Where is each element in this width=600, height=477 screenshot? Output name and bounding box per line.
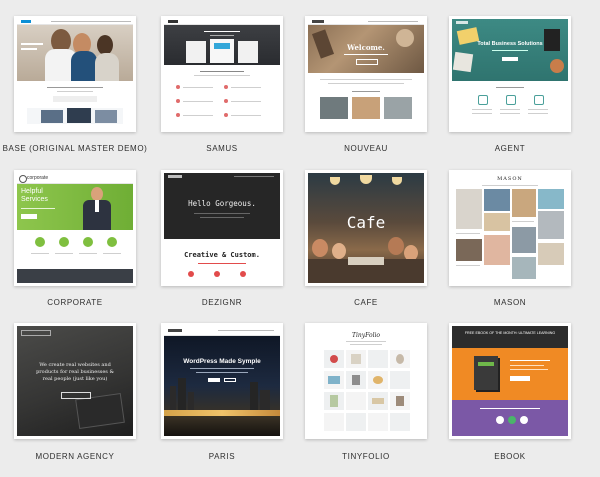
demo-card-mason[interactable]: MASON xyxy=(449,170,571,286)
demo-label-corporate[interactable]: CORPORATE xyxy=(0,298,155,307)
demo-thumbnail-base xyxy=(17,19,133,129)
demo-card-base[interactable] xyxy=(14,16,136,132)
demo-thumbnail-samus xyxy=(164,19,280,129)
demo-card-agent[interactable]: Total Business Solutions xyxy=(449,16,571,132)
laptops-image xyxy=(27,108,123,124)
hero-headline: Hello Gorgeous. xyxy=(188,199,256,208)
demo-card-ebook[interactable]: FREE EBOOK OF THE MONTH: ULTIMATE LEARNI… xyxy=(449,323,571,439)
hero-image: WordPress Made Symple xyxy=(164,336,280,436)
hero-headline: Helpful Services xyxy=(21,188,48,203)
demo-card-corporate[interactable]: corporate Helpful Services xyxy=(14,170,136,286)
hero-image: Welcome. xyxy=(308,25,424,73)
brand-name: TinyFolio xyxy=(351,332,381,339)
demo-label-modern-agency[interactable]: MODERN AGENCY xyxy=(0,452,155,461)
hero-image xyxy=(452,348,568,400)
demo-label-mason[interactable]: MASON xyxy=(430,298,590,307)
hero-headline: Total Business Solutions xyxy=(477,41,543,47)
demo-thumbnail-dezignr: Hello Gorgeous. Creative & Custom. xyxy=(164,173,280,283)
hero-image xyxy=(164,25,280,65)
demo-label-ebook[interactable]: EBOOK xyxy=(430,452,590,461)
demo-label-samus[interactable]: SAMUS xyxy=(142,144,302,153)
hero-image xyxy=(17,25,133,81)
hero-headline: WordPress Made Symple xyxy=(183,358,261,365)
demo-card-samus[interactable] xyxy=(161,16,283,132)
promo-headline: FREE EBOOK OF THE MONTH: ULTIMATE LEARNI… xyxy=(464,331,556,335)
hero-image: Helpful Services xyxy=(17,184,133,230)
hero-image: Cafe xyxy=(308,173,424,283)
demo-thumbnail-cafe: Cafe xyxy=(308,173,424,283)
demo-label-base[interactable]: BASE (ORIGINAL MASTER DEMO) xyxy=(0,144,155,153)
demo-card-modern-agency[interactable]: We create real websites and products for… xyxy=(14,323,136,439)
section-headline: Creative & Custom. xyxy=(184,251,260,259)
brand-name: corporate xyxy=(27,175,49,181)
demo-thumbnail-modern-agency: We create real websites and products for… xyxy=(17,326,133,436)
hero-headline: Cafe xyxy=(346,213,386,232)
hero-image: Total Business Solutions xyxy=(452,19,568,81)
demo-label-paris[interactable]: PARIS xyxy=(142,452,302,461)
hero-image: Hello Gorgeous. xyxy=(164,173,280,239)
demo-label-cafe[interactable]: CAFE xyxy=(286,298,446,307)
hero-headline: We create real websites and products for… xyxy=(36,362,114,382)
demo-card-tinyfolio[interactable]: TinyFolio xyxy=(305,323,427,439)
hero-headline: Welcome. xyxy=(347,43,385,52)
demo-thumbnail-agent: Total Business Solutions xyxy=(452,19,568,129)
demo-card-dezignr[interactable]: Hello Gorgeous. Creative & Custom. xyxy=(161,170,283,286)
demo-thumbnail-paris: WordPress Made Symple xyxy=(164,326,280,436)
demo-label-tinyfolio[interactable]: TINYFOLIO xyxy=(286,452,446,461)
demo-card-cafe[interactable]: Cafe xyxy=(305,170,427,286)
demo-thumbnail-mason: MASON xyxy=(452,173,568,283)
demo-label-agent[interactable]: AGENT xyxy=(430,144,590,153)
demo-label-dezignr[interactable]: DEZIGNR xyxy=(142,298,302,307)
brand-name: MASON xyxy=(497,176,523,182)
demo-thumbnail-tinyfolio: TinyFolio xyxy=(308,326,424,436)
demo-card-nouveau[interactable]: Welcome. xyxy=(305,16,427,132)
demo-card-paris[interactable]: WordPress Made Symple xyxy=(161,323,283,439)
demo-label-nouveau[interactable]: NOUVEAU xyxy=(286,144,446,153)
demo-thumbnail-nouveau: Welcome. xyxy=(308,19,424,129)
demo-thumbnail-ebook: FREE EBOOK OF THE MONTH: ULTIMATE LEARNI… xyxy=(452,326,568,436)
demo-thumbnail-corporate: corporate Helpful Services xyxy=(17,173,133,283)
hero-image: We create real websites and products for… xyxy=(17,326,133,436)
